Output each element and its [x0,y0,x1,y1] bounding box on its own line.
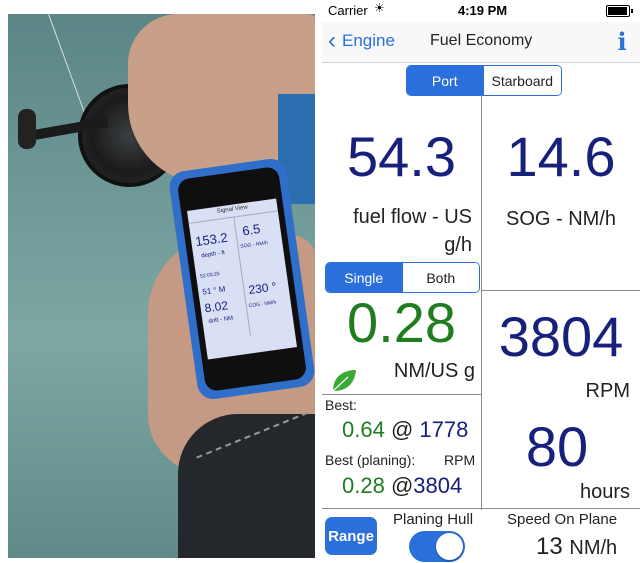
rpm-value: 3804 [498,305,624,368]
range-button[interactable]: Range [325,517,377,555]
hours-value: 80 [525,415,589,478]
economy-value: 0.28 [347,291,456,354]
best-planing-label: Best (planing): [325,452,416,468]
planing-hull-label: Planing Hull [393,511,474,528]
info-icon: i [617,27,627,56]
best-row: 0.64 @ 1778 [342,417,468,443]
phone-cog-label: COG - NM/h [248,299,277,310]
phone-drift-value: 8.02 [203,298,229,316]
best-planing-at: @ [390,473,414,498]
best-planing-rpm: 3804 [413,473,463,498]
best-planing-rpm-header: RPM [444,452,476,468]
sog-value: 14.6 [506,125,616,188]
row-divider-1 [481,290,640,291]
fuel-flow-label-line1: fuel flow - US [353,206,472,228]
info-button[interactable]: i [612,27,632,56]
phone-sog-value: 6.5 [241,221,262,239]
fuel-flow-value: 54.3 [347,125,456,188]
engine-segment: Port Starboard [406,65,562,96]
nav-title: Fuel Economy [430,32,533,49]
battery-icon [606,5,633,17]
mode-segment: Single Both [325,262,480,293]
speed-on-plane-value: 13 [536,533,563,560]
economy-unit: NM/US g [393,360,475,382]
best-at: @ [390,417,414,442]
back-button[interactable]: ‹ Engine [328,28,395,54]
rpm-label: RPM [585,380,630,402]
segment-single[interactable]: Single [326,263,402,292]
phone-cog-value: 230 ° [247,279,278,298]
best-rpm: 1778 [419,417,469,442]
app-screen: Carrier ☀ 4:19 PM ‹ Engine Fuel Economy … [322,0,640,563]
sog-label: SOG - NM/h [505,208,616,230]
best-label: Best: [325,397,357,413]
best-value: 0.64 [342,417,385,442]
leaf-icon [332,370,356,392]
segment-port[interactable]: Port [407,66,483,95]
chevron-left-icon: ‹ [328,27,336,54]
best-planing-row: 0.28 @3804 [342,473,462,499]
row-divider-3 [322,508,640,509]
segment-both[interactable]: Both [401,263,479,292]
speed-on-plane-label: Speed On Plane [507,511,618,528]
phone-drift-label: drift - NM [208,315,234,326]
best-planing-value: 0.28 [342,473,385,498]
row-divider-2 [322,394,481,395]
fuel-flow-label-line2: g/h [444,234,472,256]
phone-sog-label: SOG - NM/h [240,240,269,250]
nav-bar: ‹ Engine Fuel Economy i [322,22,640,63]
status-time: 4:19 PM [458,3,508,18]
phone-depth-value: 153.2 [194,229,229,250]
carrier-label: Carrier [328,3,368,18]
wifi-icon: ☀ [374,1,385,15]
back-label: Engine [342,31,395,50]
toggle-knob [436,533,463,560]
phone-heading-value: 51 ° M [201,284,227,297]
hours-label: hours [579,481,630,503]
status-bar: Carrier ☀ 4:19 PM [322,0,640,22]
speed-on-plane-row: 13 NM/h [536,533,617,561]
phone-time-value: 52:03:25 [199,271,220,280]
phone-depth-label: depth - ft [201,250,226,260]
speed-on-plane-unit: NM/h [569,537,618,559]
fishing-photo: Signal View 153.2 depth - ft 6.5 SOG - N… [8,14,315,558]
segment-starboard[interactable]: Starboard [482,66,561,95]
planing-hull-toggle[interactable] [409,531,465,562]
